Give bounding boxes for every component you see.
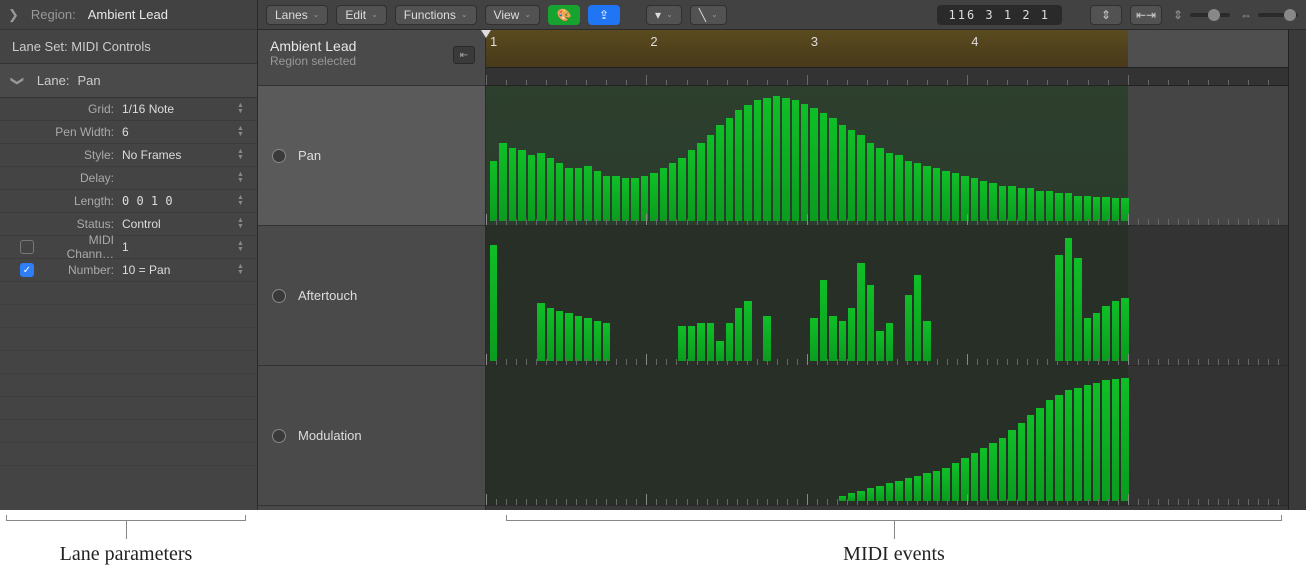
number-checkbox[interactable]: ✓ (20, 263, 34, 277)
lane-select-radio[interactable] (272, 149, 286, 163)
lane-parameters-list: Grid: 1/16 Note ▲▼ Pen Width: 6 ▲▼ Style… (0, 98, 257, 282)
lane-select-radio[interactable] (272, 429, 286, 443)
lane-name: Pan (298, 148, 321, 163)
region-header-row[interactable]: ❯ Region: Ambient Lead (0, 0, 257, 30)
midi-event-bars[interactable] (490, 92, 1129, 221)
collapse-panel-icon[interactable]: ⇤ (453, 46, 475, 64)
param-number[interactable]: ✓ Number: 10 = Pan ▲▼ (0, 259, 257, 282)
lane-heading-row[interactable]: ❯ Lane: Pan (0, 64, 257, 98)
chevron-right-icon: ❯ (8, 7, 19, 23)
lane-header[interactable]: Pan (258, 86, 485, 226)
chevron-down-icon: ⌄ (666, 10, 673, 19)
stepper-icon[interactable]: ▲▼ (237, 216, 249, 232)
scrollbar-spacer (1288, 30, 1306, 510)
menu-edit[interactable]: Edit⌄ (336, 5, 386, 25)
param-pen-width[interactable]: Pen Width: 6 ▲▼ (0, 121, 257, 144)
param-style[interactable]: Style: No Frames ▲▼ (0, 144, 257, 167)
horizontal-zoom-icon: ⇔ (1238, 8, 1254, 22)
lane-set-label: Lane Set: (12, 39, 68, 54)
region-name: Ambient Lead (88, 7, 168, 22)
param-midi-channel[interactable]: MIDI Chann… 1 ▲▼ (0, 236, 257, 259)
chevron-down-icon: ⌄ (711, 10, 718, 19)
region-title: Ambient Lead (270, 38, 473, 54)
lane-set-name: MIDI Controls (71, 39, 150, 54)
stepper-icon[interactable]: ▲▼ (237, 239, 249, 255)
catch-icon[interactable]: ⇪ (588, 5, 620, 25)
param-length[interactable]: Length: 0 0 1 0 ▲▼ (0, 190, 257, 213)
region-info: Ambient Lead Region selected ⇤ (258, 30, 485, 86)
stepper-icon[interactable]: ▲▼ (237, 170, 249, 186)
vertical-zoom-icon: ⇕ (1170, 8, 1186, 22)
horizontal-auto-zoom-icon[interactable]: ⇤⇥ (1130, 5, 1162, 25)
stepper-icon[interactable]: ▲▼ (237, 124, 249, 140)
horizontal-zoom-slider[interactable]: ⇔ (1238, 8, 1298, 22)
midi-channel-checkbox[interactable] (20, 240, 34, 254)
lane-select-radio[interactable] (272, 289, 286, 303)
lane-name: Aftertouch (298, 288, 357, 303)
midi-event-bars[interactable] (490, 372, 1129, 501)
ruler-mark: 2 (650, 34, 657, 49)
lane-name: Modulation (298, 428, 362, 443)
menu-lanes[interactable]: Lanes⌄ (266, 5, 328, 25)
lane-set-row[interactable]: Lane Set: MIDI Controls (0, 30, 257, 64)
chevron-down-icon: ⌄ (524, 10, 531, 19)
lane-label: Lane: (37, 73, 70, 88)
lane-header[interactable]: Aftertouch (258, 226, 485, 366)
position-display[interactable]: 116 3 1 2 1 (937, 5, 1062, 25)
chevron-down-icon: ❯ (9, 75, 25, 86)
pointer-tool[interactable]: ▾⌄ (646, 5, 682, 25)
region-subtitle: Region selected (270, 54, 473, 68)
lane-track[interactable] (486, 366, 1306, 506)
main-panel: Lanes⌄ Edit⌄ Functions⌄ View⌄ 🎨 ⇪ ▾⌄ ╲⌄ … (258, 0, 1306, 510)
menu-view[interactable]: View⌄ (485, 5, 541, 25)
lane-header[interactable]: Modulation (258, 366, 485, 506)
lane-track[interactable] (486, 86, 1306, 226)
lane-track[interactable] (486, 226, 1306, 366)
pencil-tool[interactable]: ╲⌄ (690, 5, 727, 25)
lane-parameters-sidebar: ❯ Region: Ambient Lead Lane Set: MIDI Co… (0, 0, 258, 510)
chevron-down-icon: ⌄ (313, 10, 320, 19)
chevron-down-icon: ⌄ (461, 10, 468, 19)
vertical-auto-zoom-icon[interactable]: ⇕ (1090, 5, 1122, 25)
lane-name-value: Pan (77, 73, 100, 88)
stepper-icon[interactable]: ▲▼ (237, 193, 249, 209)
stepper-icon[interactable]: ▲▼ (237, 101, 249, 117)
chevron-down-icon: ⌄ (371, 10, 378, 19)
toolbar: Lanes⌄ Edit⌄ Functions⌄ View⌄ 🎨 ⇪ ▾⌄ ╲⌄ … (258, 0, 1306, 30)
param-grid[interactable]: Grid: 1/16 Note ▲▼ (0, 98, 257, 121)
ruler[interactable]: 123456 (486, 30, 1306, 86)
annotation-callouts: Lane parameters MIDI events (0, 510, 1306, 566)
region-label: Region: (31, 7, 76, 22)
midi-event-bars[interactable] (490, 232, 1129, 361)
lane-headers: Ambient Lead Region selected ⇤ Pan After… (258, 30, 486, 510)
ruler-mark: 3 (811, 34, 818, 49)
stepper-icon[interactable]: ▲▼ (237, 147, 249, 163)
palette-icon[interactable]: 🎨 (548, 5, 580, 25)
param-delay[interactable]: Delay: ▲▼ (0, 167, 257, 190)
ruler-mark: 4 (971, 34, 978, 49)
midi-events-area[interactable]: 123456 (486, 30, 1306, 510)
sidebar-filler (0, 282, 257, 510)
menu-functions[interactable]: Functions⌄ (395, 5, 477, 25)
vertical-zoom-slider[interactable]: ⇕ (1170, 8, 1230, 22)
ruler-mark: 1 (490, 34, 497, 49)
stepper-icon[interactable]: ▲▼ (237, 262, 249, 278)
